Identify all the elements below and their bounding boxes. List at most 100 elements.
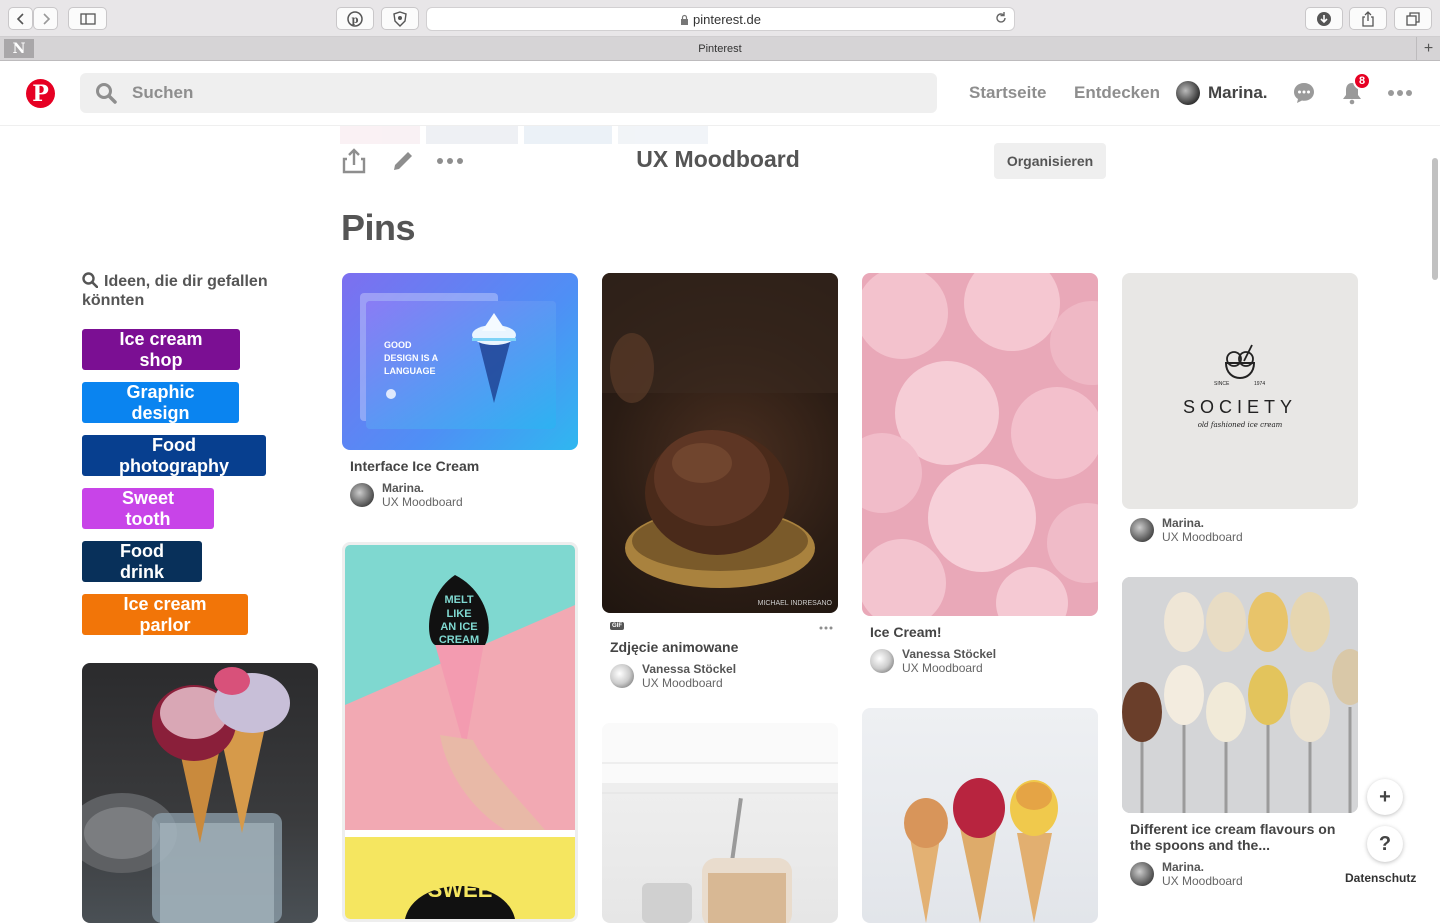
- help-button[interactable]: ?: [1367, 826, 1403, 862]
- nav-home[interactable]: Startseite: [969, 83, 1046, 103]
- share-board-icon[interactable]: [341, 148, 367, 174]
- pin-image-chocolate-ice-cream[interactable]: MICHAEL INDRESANO: [602, 273, 838, 613]
- address-bar[interactable]: pinterest.de: [426, 7, 1015, 31]
- pin-attribution[interactable]: Marina. UX Moodboard: [1130, 516, 1243, 544]
- interface-mockup-illustration: GOOD DESIGN IS A LANGUAGE: [360, 293, 556, 429]
- avatar: [1130, 862, 1154, 886]
- tab-title[interactable]: Pinterest: [698, 43, 741, 55]
- pin-image-three-cones[interactable]: [862, 708, 1098, 923]
- pin-user: Marina.: [1162, 860, 1205, 874]
- mockup-headline-line-3: LANGUAGE: [384, 366, 436, 376]
- tabs-icon: [1406, 11, 1420, 26]
- chocolate-scoop-photo: MICHAEL INDRESANO: [602, 273, 838, 607]
- share-button[interactable]: [1349, 7, 1387, 30]
- poster-line-3: AN ICE: [440, 621, 477, 633]
- shield-icon: [393, 10, 407, 27]
- scrollbar[interactable]: [1432, 158, 1438, 280]
- pin-image-interface-ice-cream[interactable]: GOOD DESIGN IS A LANGUAGE: [342, 273, 578, 450]
- ideas-heading-text: Ideen, die dir gefallen könnten: [82, 273, 268, 309]
- pin-board: UX Moodboard: [642, 676, 723, 690]
- photo-watermark: MICHAEL INDRESANO: [758, 600, 833, 607]
- pin-title[interactable]: Zdjęcie animowane: [610, 639, 738, 655]
- logo-since: SINCE: [1214, 381, 1230, 387]
- tab-bar: N Pinterest +: [0, 37, 1440, 61]
- chevron-left-icon: [16, 12, 24, 25]
- avatar: [610, 664, 634, 688]
- avatar: [350, 483, 374, 507]
- pin-attribution[interactable]: Marina. UX Moodboard: [350, 481, 463, 509]
- new-tab-button[interactable]: +: [1416, 37, 1440, 60]
- idea-food-photography[interactable]: Food photography: [82, 435, 266, 476]
- idea-sweet-tooth[interactable]: Sweet tooth: [82, 488, 214, 529]
- pin-user: Marina.: [1162, 516, 1205, 530]
- user-name: Marina.: [1208, 83, 1268, 102]
- board-more-icon[interactable]: [437, 157, 463, 165]
- melt-ice-cream-poster: MELT LIKE AN ICE CREAM SWEE: [345, 545, 575, 919]
- privacy-link[interactable]: Datenschutz: [1345, 871, 1416, 885]
- messages-icon[interactable]: [1292, 81, 1316, 105]
- more-icon[interactable]: [1388, 89, 1412, 97]
- sidebar-button[interactable]: [68, 7, 107, 30]
- board-title: UX Moodboard: [636, 146, 800, 172]
- poster-partial-text: SWEE: [428, 877, 493, 902]
- pin-image-melt-like-ice-cream[interactable]: MELT LIKE AN ICE CREAM SWEE: [342, 542, 578, 922]
- society-ice-cream-logo: SINCE 1974 SOCIETY old fashioned ice cre…: [1183, 344, 1292, 429]
- mockup-headline-line-1: GOOD: [384, 340, 412, 350]
- mockup-headline-line-2: DESIGN IS A: [384, 353, 439, 363]
- nav-explore[interactable]: Entdecken: [1074, 83, 1160, 103]
- pin-user: Vanessa Stöckel: [902, 647, 997, 661]
- idea-ice-cream-parlor[interactable]: Ice cream parlor: [82, 594, 248, 635]
- user-profile-link[interactable]: Marina.: [1176, 81, 1268, 105]
- pin-attribution[interactable]: Marina. UX Moodboard: [1130, 860, 1243, 888]
- pin-user: Marina.: [382, 481, 425, 495]
- idea-pin-image[interactable]: [82, 663, 318, 923]
- pin-title[interactable]: Different ice cream flavours on the spoo…: [1130, 821, 1345, 853]
- download-icon: [1317, 11, 1331, 26]
- pin-board: UX Moodboard: [1162, 874, 1243, 888]
- pin-image-ice-cream-spoons[interactable]: [1122, 577, 1358, 813]
- ideas-heading: Ideen, die dir gefallen könnten: [82, 272, 282, 310]
- pin-attribution[interactable]: Vanessa Stöckel UX Moodboard: [610, 662, 736, 690]
- poster-line-4: CREAM: [439, 634, 479, 646]
- downloads-button[interactable]: [1305, 7, 1343, 30]
- board-cover-strip: [340, 126, 710, 144]
- pinterest-extension-button[interactable]: p: [336, 7, 374, 30]
- add-pin-button[interactable]: +: [1367, 779, 1403, 815]
- lock-icon: [681, 14, 689, 25]
- ice-cream-jar-photo: [602, 723, 838, 923]
- forward-button[interactable]: [33, 7, 58, 30]
- logo-tagline: old fashioned ice cream: [1198, 421, 1283, 429]
- pin-title[interactable]: Interface Ice Cream: [350, 458, 479, 474]
- pinterest-header: P Startseite Entdecken Marina. 8: [0, 61, 1440, 126]
- pinterest-logo[interactable]: P: [26, 79, 55, 108]
- pin-attribution[interactable]: Vanessa Stöckel UX Moodboard: [870, 647, 996, 675]
- poster-line-2: LIKE: [446, 608, 471, 620]
- pin-user: Vanessa Stöckel: [642, 662, 737, 676]
- pin-image-society-logo[interactable]: SINCE 1974 SOCIETY old fashioned ice cre…: [1122, 273, 1358, 509]
- pin-image-pink-ice-cream[interactable]: [862, 273, 1098, 616]
- pink-scoops-photo: [862, 273, 1098, 616]
- search-box[interactable]: [80, 73, 937, 113]
- ice-cream-cones-photo: [82, 667, 290, 923]
- edit-board-icon[interactable]: [390, 148, 416, 174]
- pin-more-icon[interactable]: [819, 626, 833, 630]
- back-button[interactable]: [8, 7, 33, 30]
- search-input[interactable]: [132, 73, 912, 113]
- search-icon: [82, 272, 99, 289]
- chevron-right-icon: [42, 12, 50, 25]
- pinned-tab[interactable]: N: [4, 39, 34, 58]
- sidebar-icon: [79, 12, 96, 25]
- pin-board: UX Moodboard: [902, 661, 983, 675]
- idea-graphic-design[interactable]: Graphic design: [82, 382, 239, 423]
- pin-title[interactable]: Ice Cream!: [870, 624, 942, 640]
- share-icon: [1362, 10, 1374, 27]
- reload-icon[interactable]: [994, 11, 1008, 25]
- avatar: [1130, 518, 1154, 542]
- idea-food-drink[interactable]: Food drink: [82, 541, 202, 582]
- notification-badge: 8: [1353, 72, 1371, 90]
- shield-extension-button[interactable]: [381, 7, 419, 30]
- pin-image-ice-cream-jar[interactable]: [602, 723, 838, 923]
- organize-button[interactable]: Organisieren: [994, 143, 1106, 179]
- tabs-overview-button[interactable]: [1394, 7, 1432, 30]
- idea-ice-cream-shop[interactable]: Ice cream shop: [82, 329, 240, 370]
